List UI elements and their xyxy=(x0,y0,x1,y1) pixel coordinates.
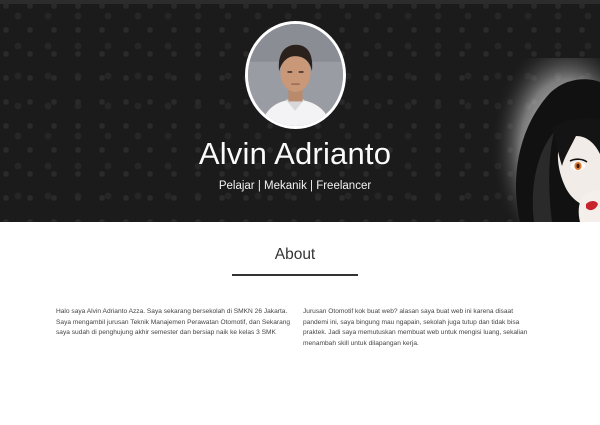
about-section: About Halo saya Alvin Adrianto Azza. Say… xyxy=(0,222,600,425)
profile-photo-image xyxy=(248,24,343,126)
profile-photo xyxy=(245,21,346,129)
top-bar xyxy=(0,0,600,4)
about-divider xyxy=(232,274,358,276)
about-paragraph-right: Jurusan Otomotif kok buat web? alasan sa… xyxy=(303,308,528,347)
about-paragraph-left: Halo saya Alvin Adrianto Azza. Saya seka… xyxy=(56,308,291,337)
hero-header: Alvin Adrianto Pelajar | Mekanik | Freel… xyxy=(0,0,600,222)
about-title: About xyxy=(274,246,316,263)
anime-character-art xyxy=(490,58,600,222)
